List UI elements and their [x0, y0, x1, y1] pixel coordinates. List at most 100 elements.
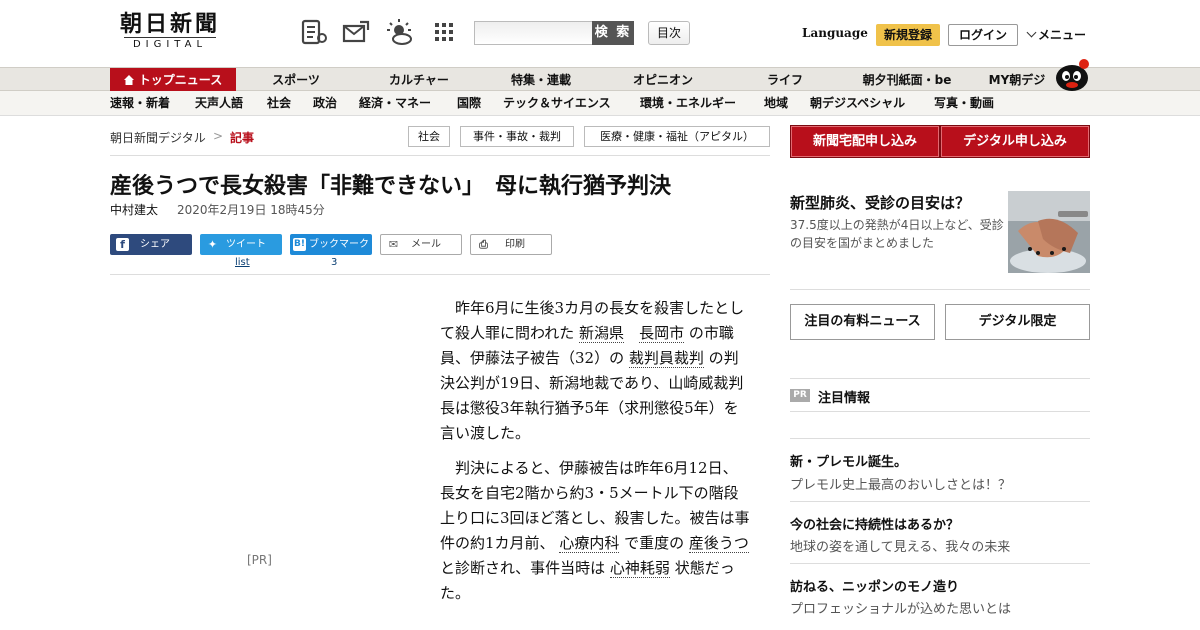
feature-summary: 37.5度以上の発熱が4日以上など、受診の目安を国がまとめました: [790, 218, 1004, 250]
chevron-down-icon: [1026, 27, 1037, 38]
register-button[interactable]: 新規登録: [876, 24, 940, 46]
subnav-environment[interactable]: 環境・エネルギー: [640, 91, 736, 116]
hatena-bookmark-button[interactable]: B! ブックマーク: [290, 234, 372, 255]
hatena-bookmark-label: ブックマーク: [309, 239, 369, 250]
search-input[interactable]: [474, 21, 594, 45]
subnav-photo-video[interactable]: 写真・動画: [934, 91, 994, 116]
paper-icon[interactable]: [300, 18, 328, 46]
facebook-share-button[interactable]: f シェア: [110, 234, 192, 255]
facebook-share-label: シェア: [140, 239, 170, 250]
divider: [790, 438, 1090, 439]
home-icon: [123, 69, 134, 85]
subnav-region[interactable]: 地域: [764, 91, 788, 116]
pr-item-subtitle[interactable]: 地球の姿を通して見える、我々の未来: [790, 536, 1010, 555]
nav-opinion[interactable]: オピニオン: [606, 68, 720, 92]
nav-culture[interactable]: カルチャー: [362, 68, 476, 92]
toc-button[interactable]: 目次: [648, 21, 690, 45]
login-button[interactable]: ログイン: [948, 24, 1018, 46]
keyword-link[interactable]: 裁判員裁判: [628, 349, 704, 368]
menu-label: メニュー: [1038, 28, 1087, 42]
hatena-count[interactable]: 3: [331, 257, 337, 268]
subnav-international[interactable]: 国際: [457, 91, 481, 116]
search-button[interactable]: 検 索: [592, 21, 634, 45]
breadcrumb-home[interactable]: 朝日新聞デジタル: [110, 129, 206, 146]
nav-sports[interactable]: スポーツ: [240, 68, 352, 92]
pr-badge: PR: [790, 389, 810, 402]
print-button[interactable]: ⎙ 印刷: [470, 234, 552, 255]
envelope-icon: ✉: [388, 238, 399, 251]
nav-top-news[interactable]: トップニュース: [110, 68, 236, 92]
asahi-logo[interactable]: 朝日新聞 DIGITAL: [110, 12, 230, 54]
newspaper-subscribe-button[interactable]: 新聞宅配申し込み: [790, 125, 940, 158]
mascot-icon[interactable]: [1052, 56, 1092, 92]
mail-share-button[interactable]: ✉ メール: [380, 234, 462, 255]
paid-news-button[interactable]: 注目の有料ニュース: [790, 304, 935, 340]
digital-subscribe-button[interactable]: デジタル申し込み: [940, 125, 1090, 158]
breadcrumb-separator: >: [213, 129, 224, 143]
print-label: 印刷: [505, 239, 525, 250]
printer-icon: ⎙: [479, 238, 488, 251]
keyword-link[interactable]: 長岡市: [639, 324, 685, 343]
mail-share-label: メール: [411, 239, 441, 250]
tag-incident[interactable]: 事件・事故・裁判: [460, 126, 574, 147]
divider: [790, 563, 1090, 564]
twitter-share-label: ツイート: [226, 239, 266, 250]
hatena-icon: B!: [293, 238, 306, 251]
language-link[interactable]: Language: [802, 26, 868, 40]
logo-sub-text: DIGITAL: [124, 37, 216, 50]
pr-item-title[interactable]: 訪ねる、ニッポンのモノ造り: [790, 576, 959, 595]
nav-newspaper[interactable]: 朝夕刊紙面・be: [846, 68, 968, 92]
keyword-link[interactable]: 心神耗弱: [609, 559, 670, 578]
facebook-icon: f: [116, 238, 129, 251]
article-body: 昨年6月に生後3カ月の長女を殺害したとして殺人罪に問われた 新潟県 長岡市 の市…: [440, 296, 750, 616]
article-text: [624, 324, 639, 342]
divider: [790, 378, 1090, 379]
keyword-link[interactable]: 産後うつ: [688, 534, 749, 553]
article-paragraph: 判決によると、伊藤被告は昨年6月12日、長女を自宅2階から約3・5メートル下の階…: [440, 456, 750, 606]
article-author[interactable]: 中村建太: [110, 201, 158, 218]
twitter-icon: ✦: [207, 238, 218, 251]
breadcrumb-current: 記事: [230, 131, 255, 145]
divider: [790, 289, 1090, 290]
pr-item-title[interactable]: 今の社会に持続性はあるか？: [790, 514, 959, 533]
main-nav: トップニュース スポーツ カルチャー 特集・連載 オピニオン ライフ 朝夕刊紙面…: [0, 67, 1200, 92]
subnav-economy[interactable]: 経済・マネー: [359, 91, 431, 116]
article-text: で重度の: [619, 534, 689, 552]
nav-my-asadigi[interactable]: MY朝デジ: [974, 68, 1060, 92]
article-text: と診断され、事件当時は: [440, 559, 610, 577]
keyword-link[interactable]: 新潟県: [579, 324, 625, 343]
tag-health[interactable]: 医療・健康・福祉（アピタル）: [584, 126, 770, 147]
menu-button[interactable]: メニュー: [1026, 26, 1087, 43]
mail-icon[interactable]: [342, 18, 370, 46]
feature-title[interactable]: 新型肺炎、受診の目安は？: [790, 192, 970, 213]
pr-heading: 注目情報: [818, 391, 871, 406]
sub-nav: 速報・新着 天声人語 社会 政治 経済・マネー 国際 テック＆サイエンス 環境・…: [0, 91, 1200, 116]
nav-top-news-label: トップニュース: [138, 73, 223, 87]
divider: [110, 155, 770, 156]
keyword-link[interactable]: 心療内科: [559, 534, 620, 553]
article-datetime: 2020年2月19日 18時45分: [177, 203, 325, 217]
subnav-society[interactable]: 社会: [267, 91, 291, 116]
pr-item-subtitle[interactable]: プロフェッショナルが込めた思いとは: [790, 598, 1011, 617]
weather-icon[interactable]: [386, 18, 414, 46]
tag-society[interactable]: 社会: [408, 126, 450, 147]
pr-item-title[interactable]: 新・プレモル誕生。: [790, 451, 907, 470]
divider: [790, 411, 1090, 412]
article-paragraph: 昨年6月に生後3カ月の長女を殺害したとして殺人罪に問われた 新潟県 長岡市 の市…: [440, 296, 750, 446]
subnav-tensei-jingo[interactable]: 天声人語: [195, 91, 243, 116]
twitter-share-button[interactable]: ✦ ツイート: [200, 234, 282, 255]
digital-only-button[interactable]: デジタル限定: [945, 304, 1090, 340]
pr-ad-label: [PR]: [247, 553, 272, 567]
pr-item-subtitle[interactable]: プレモル史上最高のおいしさとは！？: [790, 474, 1011, 493]
twitter-count[interactable]: list: [235, 257, 250, 268]
nav-features[interactable]: 特集・連載: [484, 68, 598, 92]
article-headline: 産後うつで長女殺害「非難できない」 母に執行猶予判決: [110, 173, 672, 199]
divider: [110, 274, 770, 275]
subnav-special[interactable]: 朝デジスペシャル: [810, 91, 905, 116]
subnav-tech-science[interactable]: テック＆サイエンス: [503, 91, 611, 116]
grid-icon[interactable]: [430, 18, 458, 46]
nav-life[interactable]: ライフ: [728, 68, 842, 92]
handwashing-photo[interactable]: [1008, 191, 1090, 273]
subnav-latest[interactable]: 速報・新着: [110, 91, 170, 116]
subnav-politics[interactable]: 政治: [313, 91, 337, 116]
